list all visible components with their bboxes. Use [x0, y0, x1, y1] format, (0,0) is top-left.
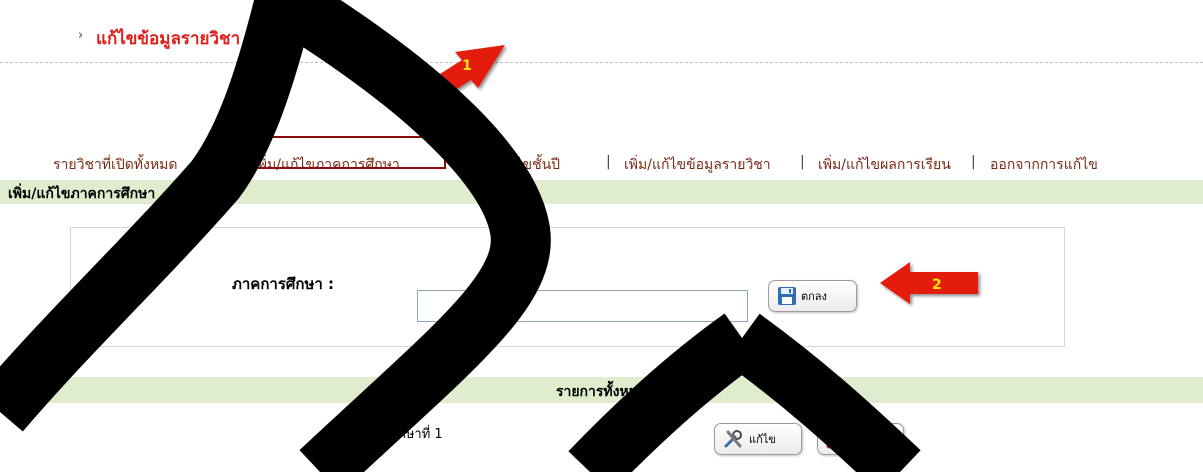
- nav-separator: |: [800, 154, 805, 170]
- nav-edit-course-info[interactable]: เพิ่ม/แก้ไขข้อมูลรายวิชา: [624, 154, 771, 176]
- delete-button-label: ลบ: [850, 433, 864, 446]
- nav-all-courses[interactable]: รายวิชาที่เปิดทั้งหมด: [53, 154, 177, 176]
- highlight-box: [237, 136, 446, 169]
- red-x-icon: [826, 429, 846, 449]
- nav-separator: |: [971, 154, 976, 170]
- edit-button-label: แก้ไข: [749, 433, 776, 446]
- nav-exit-edit[interactable]: ออกจากการแก้ไข: [990, 154, 1098, 176]
- nav-edit-grades[interactable]: เพิ่ม/แก้ไขผลการเรียน: [818, 154, 951, 176]
- list-header: รายการทั้งหมด: [0, 377, 1203, 403]
- tools-icon: [724, 430, 742, 448]
- page-header: › แก้ไขข้อมูลรายวิชา: [0, 0, 1203, 63]
- floppy-disk-icon: [778, 287, 796, 305]
- semester-label: ภาคการศึกษา :: [232, 275, 335, 293]
- section-header: เพิ่ม/แก้ไขภาคการศึกษา: [0, 180, 1203, 204]
- nav-edit-year-level[interactable]: เพิ่ม/แก้ไขชั้นปี: [470, 154, 560, 176]
- list-item: ภาคการศึกษาที่ 1: [343, 427, 443, 442]
- chevron-right-icon: ›: [78, 28, 84, 43]
- semester-form: [70, 227, 1065, 347]
- list-title: รายการทั้งหมด: [555, 384, 648, 400]
- ok-button-label: ตกลง: [801, 290, 827, 303]
- semester-input[interactable]: [417, 290, 748, 322]
- delete-button[interactable]: ลบ: [817, 423, 904, 455]
- nav-separator: |: [232, 154, 237, 170]
- section-title: เพิ่ม/แก้ไขภาคการศึกษา: [8, 186, 156, 202]
- ok-button[interactable]: ตกลง: [768, 280, 857, 312]
- page-title: แก้ไขข้อมูลรายวิชา: [96, 29, 241, 49]
- edit-button[interactable]: แก้ไข: [714, 423, 802, 455]
- nav-separator: |: [606, 154, 611, 170]
- nav-separator: |: [453, 154, 458, 170]
